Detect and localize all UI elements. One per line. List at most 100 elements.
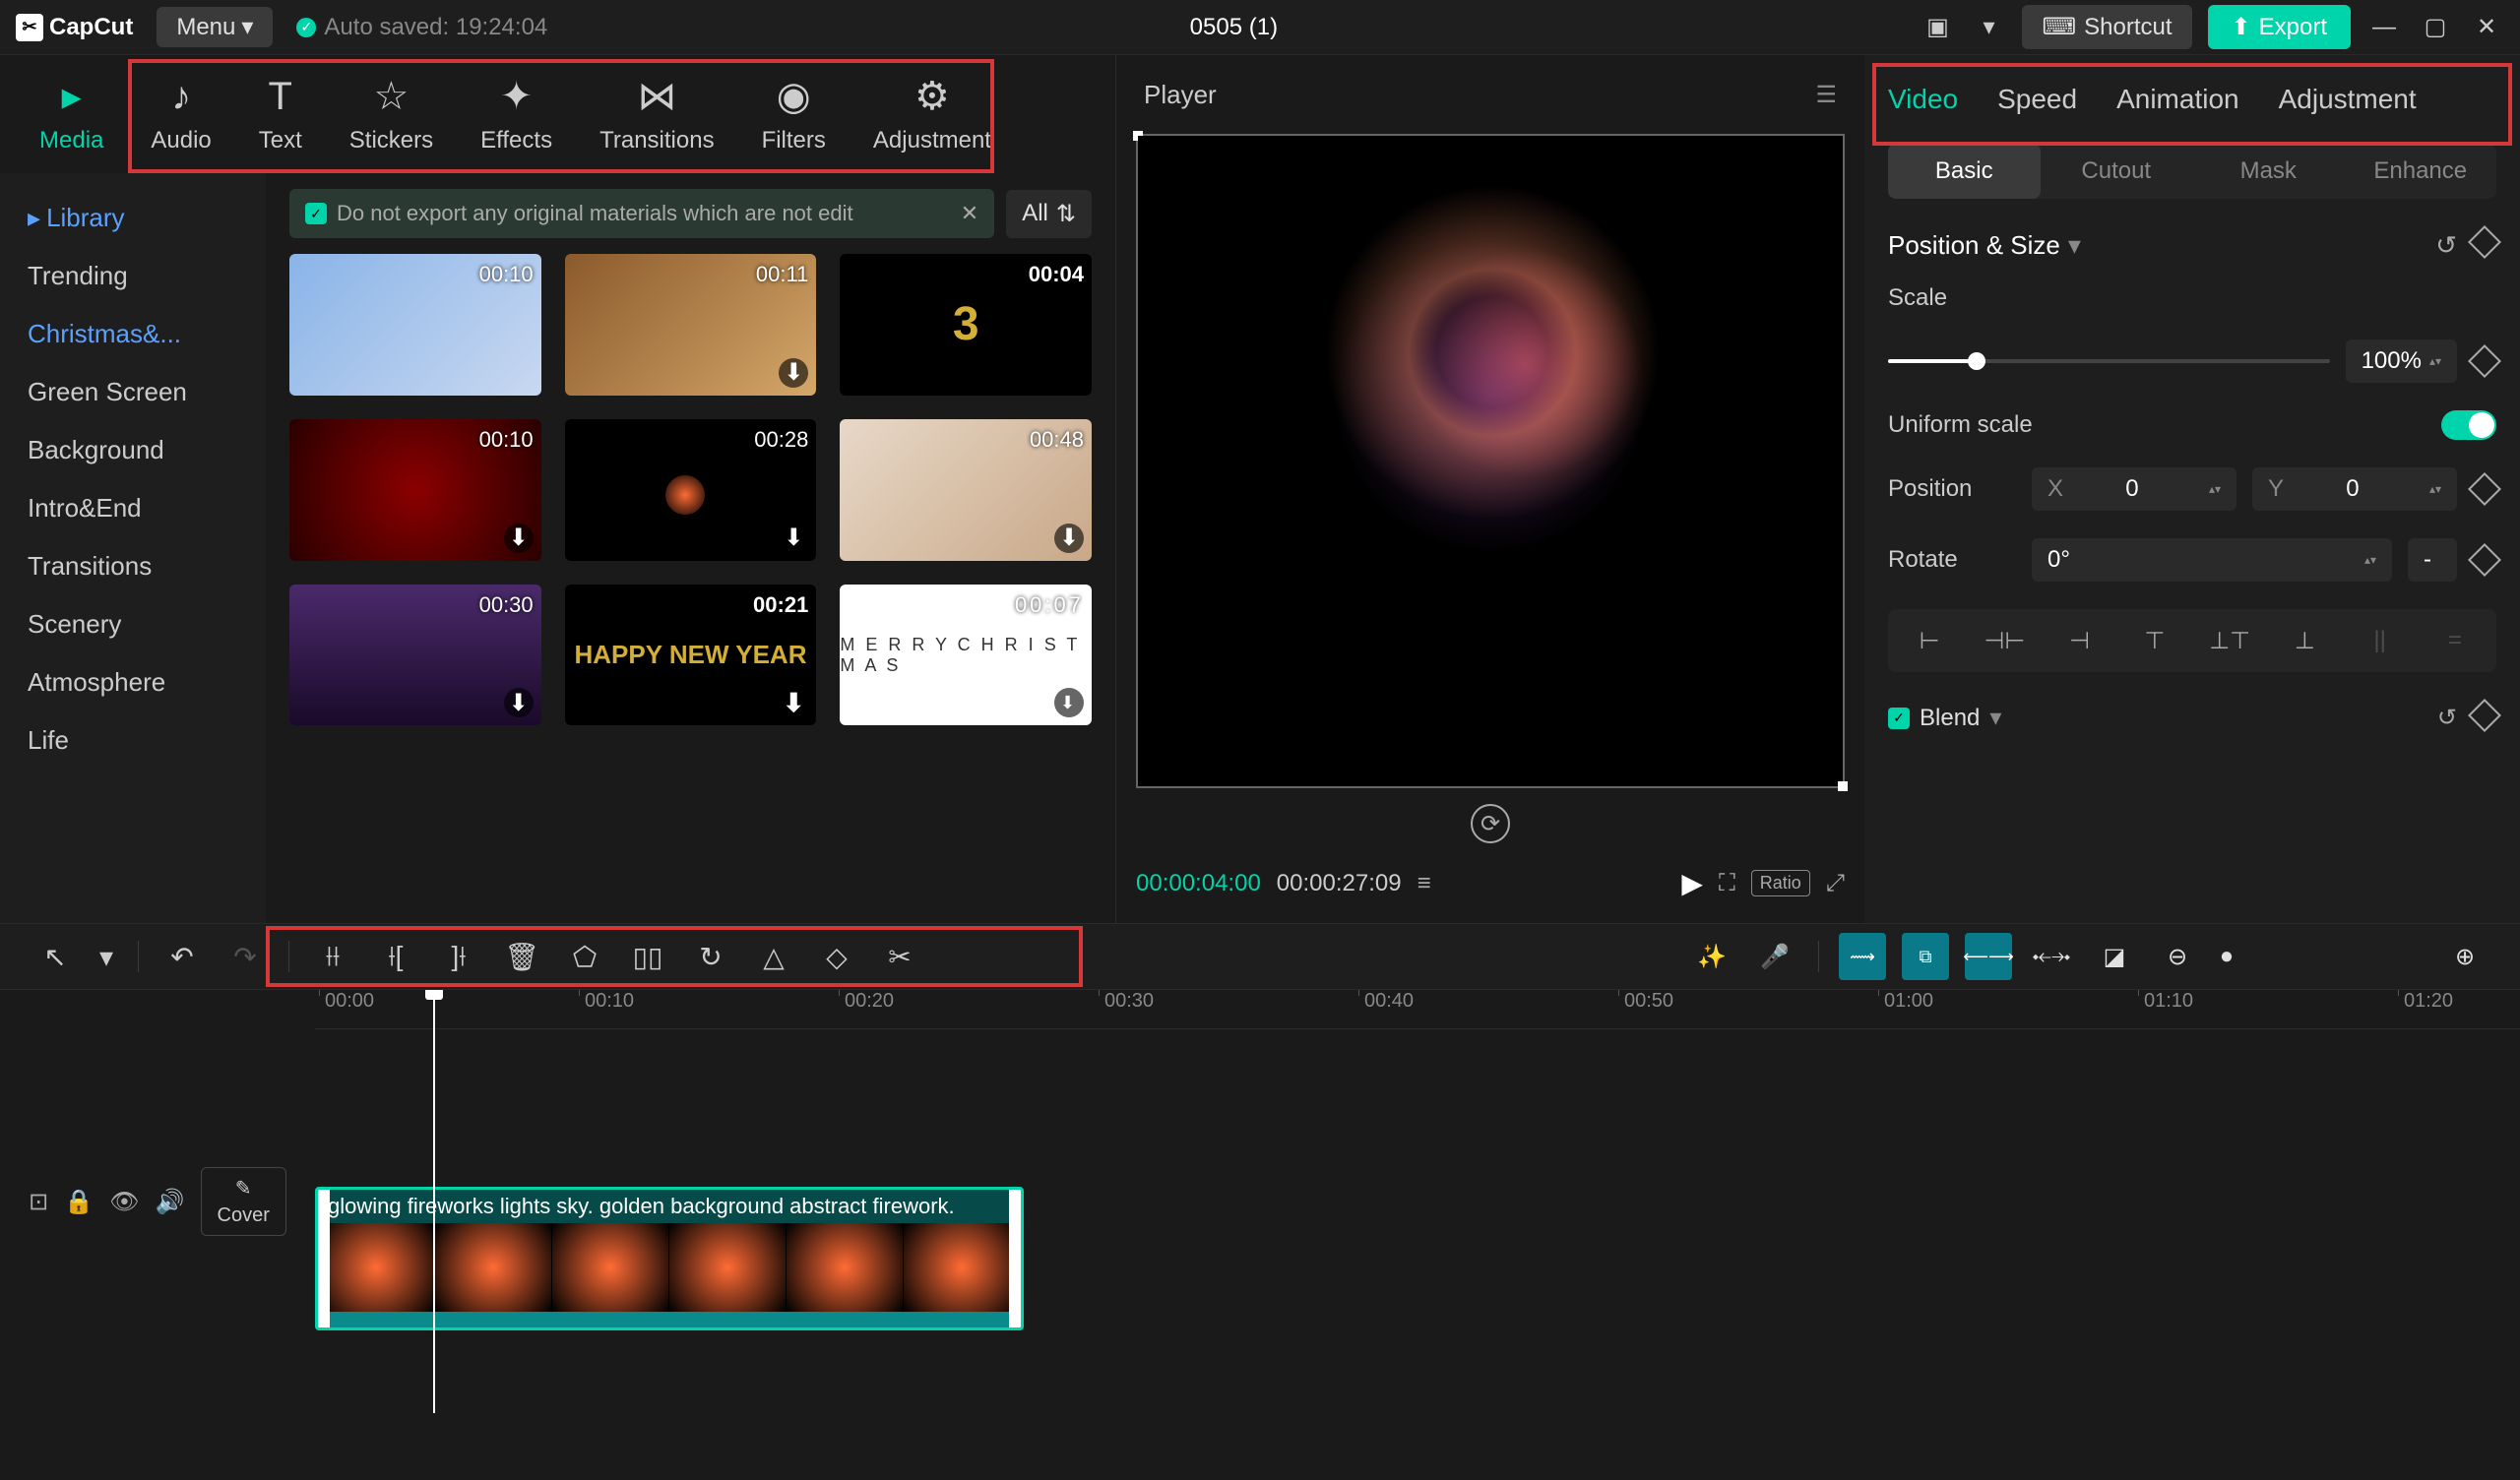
export-button[interactable]: ⬆ Export [2208, 5, 2351, 49]
align-bottom[interactable]: ⊥ [2271, 617, 2338, 664]
lock-icon[interactable]: 🔒 [64, 1188, 94, 1216]
playhead[interactable] [433, 990, 435, 1413]
tab-speed[interactable]: Speed [1997, 84, 2077, 115]
media-item[interactable]: 00:30 ⬇ [289, 585, 541, 726]
fullframe-icon[interactable]: ⛶ [1719, 870, 1735, 897]
crop-tool[interactable]: ▯▯ [624, 933, 671, 980]
tab-adjustment[interactable]: Adjustment [2279, 84, 2417, 115]
check-icon[interactable]: ✓ [1888, 708, 1910, 729]
close-button[interactable]: ✕ [2469, 10, 2504, 45]
sidebar-item-atmosphere[interactable]: Atmosphere [0, 653, 266, 711]
keyframe-icon[interactable] [2468, 472, 2501, 506]
magnet-snap[interactable]: ⟵⟶ [1965, 933, 2012, 980]
magnet-link[interactable]: ⧉ [1902, 933, 1949, 980]
sidebar-item-trending[interactable]: Trending [0, 247, 266, 305]
sidebar-library[interactable]: ▸ Library [0, 189, 266, 247]
media-item[interactable]: 00:48 ⬇ [840, 419, 1092, 561]
reverse-tool[interactable]: ↻ [687, 933, 734, 980]
eye-icon[interactable]: 👁 [109, 1188, 139, 1216]
media-item[interactable]: 00:11 ⬇ [565, 254, 817, 396]
tab-animation[interactable]: Animation [2116, 84, 2239, 115]
cover-button[interactable]: ✎ Cover [201, 1167, 286, 1236]
zoom-slider[interactable]: ● [2217, 933, 2236, 980]
tab-transitions[interactable]: ⋈ Transitions [576, 74, 737, 154]
y-input[interactable]: Y 0 ▴▾ [2252, 467, 2457, 511]
chevron-down-icon[interactable]: ▾ [2068, 230, 2081, 261]
keyframe-icon[interactable] [2468, 225, 2501, 259]
player-menu-icon[interactable]: ☰ [1815, 81, 1837, 109]
keyframe-icon[interactable] [2468, 344, 2501, 378]
split-right-tool[interactable]: ]⟊ [435, 933, 482, 980]
download-icon[interactable]: ⬇ [504, 524, 534, 553]
sidebar-item-greenscreen[interactable]: Green Screen [0, 363, 266, 421]
sound-icon[interactable]: 🔊 [156, 1188, 185, 1216]
volume-icon[interactable]: ≡ [1418, 870, 1431, 897]
chevron-down-icon[interactable]: ▾ [1989, 704, 2001, 732]
select-tool[interactable]: ↖ [32, 933, 79, 980]
menu-button[interactable]: Menu ▾ [157, 7, 273, 47]
scale-slider[interactable] [1888, 359, 2330, 363]
sidebar-item-scenery[interactable]: Scenery [0, 595, 266, 653]
media-item[interactable]: 00:10 ⬇ [289, 419, 541, 561]
stepper-icon[interactable]: ▴▾ [2429, 354, 2441, 368]
mirror-tool[interactable]: △ [750, 933, 797, 980]
subtab-cutout[interactable]: Cutout [2041, 144, 2193, 199]
shortcut-button[interactable]: ⌨ Shortcut [2022, 5, 2191, 49]
select-dropdown[interactable]: ▾ [94, 933, 118, 980]
tab-video[interactable]: Video [1888, 84, 1958, 115]
video-clip[interactable]: glowing fireworks lights sky. golden bac… [315, 1187, 1024, 1330]
download-icon[interactable]: ⬇ [1054, 524, 1084, 553]
download-icon[interactable]: ⬇ [779, 688, 808, 717]
reset-icon[interactable]: ↺ [2437, 704, 2457, 732]
stepper-icon[interactable]: ▴▾ [2429, 482, 2441, 496]
timeline-main[interactable]: 00:00 00:10 00:20 00:30 00:40 00:50 01:0… [315, 990, 2520, 1413]
magic-tool[interactable]: ✨ [1688, 933, 1735, 980]
redo-button[interactable]: ↷ [221, 933, 269, 980]
keyframe-icon[interactable] [2468, 699, 2501, 732]
fullscreen-icon[interactable]: ⤢ [1826, 870, 1845, 897]
subtab-mask[interactable]: Mask [2192, 144, 2345, 199]
download-icon[interactable]: ⬇ [1054, 688, 1084, 717]
split-left-tool[interactable]: ⟊[ [372, 933, 419, 980]
filter-button[interactable]: All ⇅ [1006, 190, 1092, 238]
tab-text[interactable]: T Text [235, 75, 326, 154]
sidebar-item-life[interactable]: Life [0, 711, 266, 770]
ratio-button[interactable]: Ratio [1751, 870, 1810, 896]
rotate-extra[interactable]: - [2408, 538, 2457, 582]
media-item[interactable]: 00:28 ⬇ [565, 419, 817, 561]
slider-thumb[interactable] [1968, 352, 1985, 370]
download-icon[interactable]: ⬇ [779, 358, 808, 388]
split-tool[interactable]: ⟊⟊ [309, 933, 356, 980]
align-left[interactable]: ⊢ [1896, 617, 1963, 664]
media-item[interactable]: 3 00:04 [840, 254, 1092, 396]
subtab-enhance[interactable]: Enhance [2345, 144, 2497, 199]
stepper-icon[interactable]: ▴▾ [2209, 482, 2221, 496]
tab-audio[interactable]: ♪ Audio [127, 75, 234, 154]
tab-media[interactable]: ▸ Media [16, 74, 127, 154]
rotate-tool[interactable]: ◇ [813, 933, 860, 980]
play-button[interactable]: ▶ [1681, 867, 1703, 899]
align-top[interactable]: ⊤ [2121, 617, 2188, 664]
dropdown-icon[interactable]: ▾ [1971, 10, 2006, 45]
tab-adjustment[interactable]: ⚙ Adjustment [850, 74, 1015, 154]
preview-tool[interactable]: ◪ [2091, 933, 2138, 980]
download-icon[interactable]: ⬇ [504, 688, 534, 717]
track-marker-icon[interactable]: ⊡ [29, 1188, 48, 1216]
maximize-button[interactable]: ▢ [2418, 10, 2453, 45]
tab-effects[interactable]: ✦ Effects [457, 74, 576, 154]
snap-tool[interactable]: ⤝⤞ [2028, 933, 2075, 980]
media-item[interactable]: HAPPY NEW YEAR 00:21 ⬇ [565, 585, 817, 726]
stepper-icon[interactable]: ▴▾ [2364, 553, 2376, 567]
clip-handle-right[interactable] [1009, 1190, 1021, 1327]
sidebar-item-introend[interactable]: Intro&End [0, 479, 266, 537]
align-right[interactable]: ⊣ [2047, 617, 2113, 664]
timeline-ruler[interactable]: 00:00 00:10 00:20 00:30 00:40 00:50 01:0… [315, 990, 2520, 1029]
uniform-toggle[interactable] [2441, 410, 2496, 440]
sidebar-item-transitions[interactable]: Transitions [0, 537, 266, 595]
delete-tool[interactable]: 🗑 [498, 933, 545, 980]
player-viewport[interactable] [1136, 134, 1845, 788]
sidebar-item-background[interactable]: Background [0, 421, 266, 479]
tab-filters[interactable]: ◉ Filters [738, 74, 850, 154]
media-item[interactable]: M E R R Y C H R I S T M A S 00:07 ⬇ [840, 585, 1092, 726]
rotate-input[interactable]: 0° ▴▾ [2032, 538, 2392, 582]
